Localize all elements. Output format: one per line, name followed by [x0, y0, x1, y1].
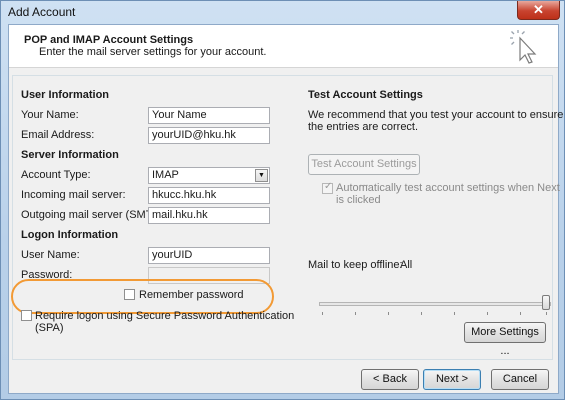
- user-information-heading: User Information: [21, 89, 110, 101]
- slider-tick: [355, 312, 356, 315]
- slider-tick: [520, 312, 521, 315]
- spa-highlight-oval: [11, 279, 274, 314]
- header-title: POP and IMAP Account Settings: [24, 34, 194, 46]
- mail-offline-label: Mail to keep offline:: [308, 259, 403, 271]
- test-description-line1: We recommend that you test your account …: [308, 109, 565, 121]
- incoming-server-label: Incoming mail server:: [21, 189, 126, 201]
- offline-slider-track[interactable]: [319, 302, 551, 306]
- window-title: Add Account: [8, 5, 76, 19]
- slider-tick: [546, 312, 547, 315]
- auto-test-label-line2[interactable]: is clicked: [336, 194, 381, 206]
- server-information-heading: Server Information: [21, 149, 119, 161]
- back-button[interactable]: < Back: [361, 369, 419, 390]
- slider-tick: [322, 312, 323, 315]
- slider-tick: [454, 312, 455, 315]
- outgoing-server-label: Outgoing mail server (SMTP):: [21, 209, 167, 221]
- your-name-input[interactable]: Your Name: [148, 107, 270, 124]
- offline-slider-thumb[interactable]: [542, 295, 550, 310]
- user-name-label: User Name:: [21, 249, 80, 261]
- slider-tick: [388, 312, 389, 315]
- spa-label-line2[interactable]: (SPA): [35, 322, 64, 334]
- spa-label[interactable]: Require logon using Secure Password Auth…: [35, 310, 294, 322]
- dialog-client: POP and IMAP Account Settings Enter the …: [8, 24, 565, 394]
- cursor-click-icon: [510, 30, 537, 64]
- your-name-label: Your Name:: [21, 109, 79, 121]
- chevron-down-icon[interactable]: ▼: [255, 169, 268, 182]
- spa-checkbox[interactable]: [21, 310, 32, 321]
- more-settings-button[interactable]: More Settings ...: [464, 322, 546, 357]
- email-address-input[interactable]: yourUID@hku.hk: [148, 127, 270, 144]
- next-button[interactable]: Next >: [423, 369, 481, 390]
- email-address-label: Email Address:: [21, 129, 95, 141]
- slider-tick: [421, 312, 422, 315]
- auto-test-checkbox[interactable]: ✓: [322, 181, 333, 194]
- auto-test-label[interactable]: Automatically test account settings when…: [336, 182, 560, 194]
- add-account-window: Add Account ✕ POP and IMAP Account Setti…: [0, 0, 565, 400]
- user-name-input[interactable]: yourUID: [148, 247, 270, 264]
- test-description-line2: the entries are correct.: [308, 121, 419, 133]
- outgoing-server-input[interactable]: mail.hku.hk: [148, 207, 270, 224]
- test-account-settings-button[interactable]: Test Account Settings ...: [308, 154, 420, 189]
- account-type-label: Account Type:: [21, 169, 91, 181]
- mail-offline-value: All: [400, 259, 413, 271]
- slider-tick: [487, 312, 488, 315]
- test-settings-heading: Test Account Settings: [308, 89, 423, 101]
- logon-information-heading: Logon Information: [21, 229, 119, 241]
- close-button[interactable]: ✕: [517, 1, 560, 20]
- close-icon: ✕: [533, 2, 544, 17]
- checkmark-icon: ✓: [324, 181, 333, 192]
- account-type-select[interactable]: IMAP ▼: [148, 167, 270, 184]
- header-subtitle: Enter the mail server settings for your …: [39, 46, 267, 58]
- dialog-header: POP and IMAP Account Settings Enter the …: [9, 25, 558, 68]
- incoming-server-input[interactable]: hkucc.hku.hk: [148, 187, 270, 204]
- account-type-value: IMAP: [152, 169, 179, 181]
- cancel-button[interactable]: Cancel: [491, 369, 549, 390]
- title-bar[interactable]: Add Account ✕: [1, 1, 564, 23]
